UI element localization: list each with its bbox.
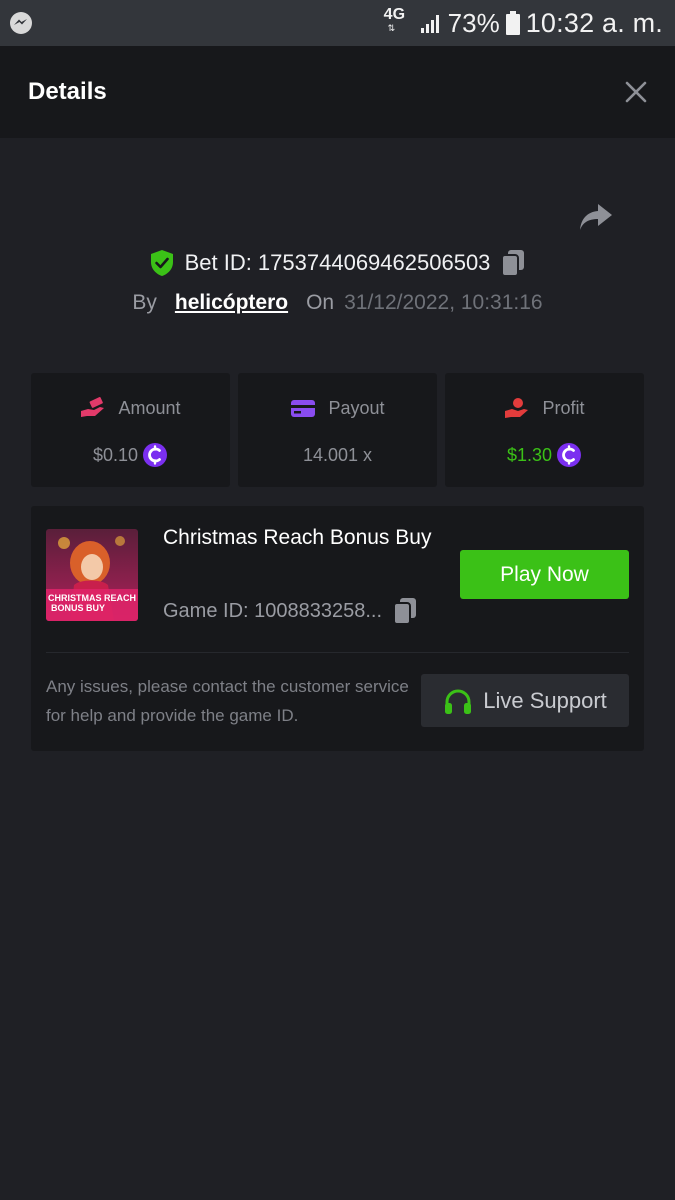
profit-card: Profit $1.30: [445, 373, 644, 487]
live-support-button[interactable]: Live Support: [421, 674, 629, 727]
battery-percent: 73%: [447, 7, 500, 38]
hand-profit-icon: [505, 398, 529, 418]
divider: [46, 652, 629, 653]
coin-icon: [143, 443, 168, 467]
messenger-icon: [10, 12, 32, 34]
on-label: On: [306, 291, 335, 314]
game-name: Christmas Reach Bonus Buy: [163, 526, 432, 549]
card-icon: [291, 400, 316, 417]
network-label: 4G: [383, 6, 406, 23]
details-header: Details: [0, 46, 675, 138]
close-button[interactable]: [603, 70, 647, 114]
amount-card: Amount $0.10: [31, 373, 230, 487]
username-link[interactable]: helicóptero: [175, 291, 288, 315]
copy-game-id-icon[interactable]: [392, 597, 418, 625]
bet-stats: Amount $0.10 Payout 14.001 x Profit $1.3…: [31, 373, 644, 487]
clock: 10:32 a. m.: [525, 7, 663, 38]
share-icon: [580, 204, 612, 230]
status-bar: 4G ⇅ 73% 10:32 a. m.: [0, 0, 675, 46]
support-help-text: Any issues, please contact the customer …: [46, 677, 409, 725]
headset-icon: [445, 689, 472, 714]
game-thumbnail-art: CHRISTMAS REACH BONUS BUY: [46, 529, 138, 621]
payout-card: Payout 14.001 x: [238, 373, 437, 487]
live-support-label: Live Support: [483, 687, 607, 713]
play-now-button[interactable]: Play Now: [460, 550, 629, 599]
game-thumbnail[interactable]: CHRISTMAS REACH BONUS BUY: [46, 529, 138, 621]
close-icon: [625, 81, 647, 103]
copy-bet-id-icon[interactable]: [500, 249, 526, 277]
battery-icon: [505, 11, 520, 35]
bet-id: Bet ID: 1753744069462506503: [184, 250, 491, 275]
amount-label: Amount: [118, 397, 181, 418]
payout-label: Payout: [328, 397, 385, 418]
game-card: CHRISTMAS REACH BONUS BUY Christmas Reac…: [31, 506, 644, 751]
coin-icon: [557, 443, 582, 467]
share-button[interactable]: [578, 200, 614, 234]
signal-icon: [420, 15, 439, 33]
data-arrows-icon: ⇅: [387, 23, 397, 33]
payout-value: 14.001 x: [302, 444, 373, 465]
hand-coins-icon: [81, 397, 105, 417]
page-title: Details: [28, 78, 107, 105]
amount-value: $0.10: [92, 444, 139, 465]
bet-date: 31/12/2022, 10:31:16: [344, 291, 543, 314]
by-label: By: [132, 291, 157, 314]
verified-shield-icon: [150, 250, 173, 276]
bet-id-row: Bet ID: 1753744069462506503: [0, 246, 675, 280]
game-id-row: Game ID: 1008833258...: [163, 597, 418, 625]
bet-meta-row: By helicóptero On 31/12/2022, 10:31:16: [0, 288, 675, 318]
thumb-title-line1: CHRISTMAS REACH: [48, 593, 136, 603]
game-id: Game ID: 1008833258...: [163, 599, 383, 622]
profit-value: $1.30: [506, 444, 553, 465]
network-indicator: 4G ⇅: [383, 6, 414, 37]
thumb-title-line2: BONUS BUY: [51, 603, 105, 613]
profit-label: Profit: [542, 397, 585, 418]
